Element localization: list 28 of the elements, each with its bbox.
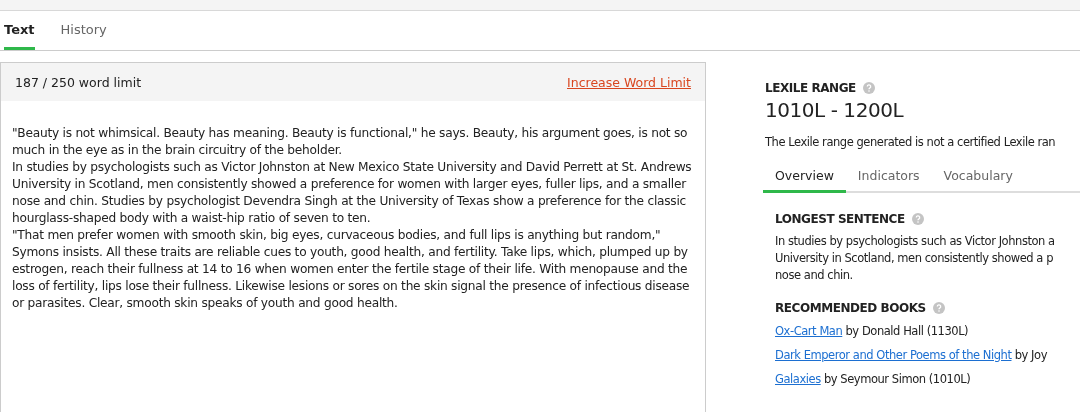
book-title-link[interactable]: Ox-Cart Man xyxy=(775,324,843,338)
tab[interactable]: Overview xyxy=(763,161,846,193)
book-title-link[interactable]: Dark Emperor and Other Poems of the Night xyxy=(775,348,1012,362)
paragraph: "That men prefer women with smooth skin, big eyes, curvaceous bodies, and full lips is anything but random," Symons insists. All these traits are reliable cues to youth, good health, and fertility. Take lips, which, plumped up by estrogen, reach their fullness at 14 to 16 when women enter the fertile stage of their life. With menopause and the loss of fertility, lips lose their fullness. Likewise lesions or sores on the skin signal the presence of infectious disease or parasites. Clear, smooth skin speaks of youth and good health. xyxy=(12,227,691,312)
section-heading: RECOMMENDED BOOKS xyxy=(775,301,926,315)
sentence-line: In studies by psychologists such as Victor Johnston a xyxy=(775,233,1056,250)
tab[interactable]: Vocabulary xyxy=(931,161,1025,193)
book-byline: by Seymour Simon (1010L) xyxy=(823,372,971,386)
paragraph: In studies by psychologists such as Victor Johnston at New Mexico State University and David Perrett at St. Andrews University in Scotland, men consistently showed a preference for women with larger eyes, fuller lips, and a smaller nose and chin. Studies by psychologist Devendra Singh at the University of Texas show a preference for the classic hourglass-shaped body with a waist-hip ratio of seven to ten. xyxy=(12,159,693,227)
section-heading: LEXILE RANGE xyxy=(765,81,856,95)
help-icon[interactable] xyxy=(932,302,945,314)
text-editor[interactable] xyxy=(0,62,706,412)
section-heading: LONGEST SENTENCE xyxy=(775,212,905,226)
sentence-line: nose and chin. xyxy=(775,267,854,284)
note-text: The Lexile range generated is not a certified Lexile ran xyxy=(765,135,1057,149)
increase-word-limit-link[interactable]: Increase Word Limit xyxy=(567,74,691,90)
tab[interactable]: Text xyxy=(4,11,35,50)
book-byline: by Joy xyxy=(1014,348,1047,362)
lexile-range: 1010L - 1200L xyxy=(765,98,905,122)
sentence-line: University in Scotland, men consistently showed a p xyxy=(775,250,1054,267)
help-icon[interactable] xyxy=(862,82,875,94)
paragraph: "Beauty is not whimsical. Beauty has meaning. Beauty is functional," he says. Beauty, his argument goes, is not so much in the eye as in the brain circuitry of the beholder. xyxy=(12,125,689,159)
tab[interactable]: History xyxy=(60,11,107,50)
book-title-link[interactable]: Galaxies xyxy=(775,372,821,386)
word-count: 187 / 250 word limit xyxy=(15,74,142,90)
tab[interactable]: Indicators xyxy=(845,161,932,193)
help-icon[interactable] xyxy=(911,213,924,225)
book-byline: by Donald Hall (1130L) xyxy=(845,324,969,338)
